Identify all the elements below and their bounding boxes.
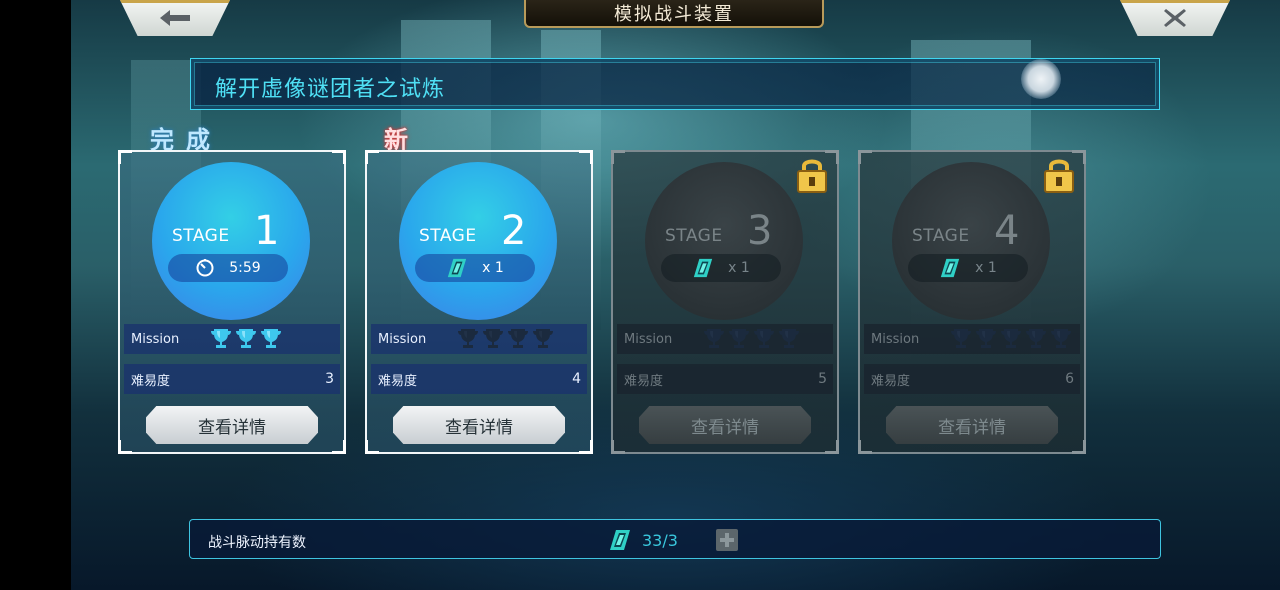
stage-card-3[interactable]: STAGE 3 x 1 Mission 难易度 5 查看详情 [611,150,839,454]
battle-pulse-bar: 战斗脉动持有数 33/3 [189,519,1161,559]
battle-pulse-label: 战斗脉动持有数 [208,535,306,551]
stage-card-1[interactable]: STAGE 1 5:59 Mission 难易度 3 查看详情 [118,150,346,454]
trophy-icon [508,329,528,348]
stage-disc: STAGE 1 5:59 [152,162,310,320]
mission-label: Mission [131,331,180,347]
difficulty-row: 难易度 5 [617,364,833,394]
trophy-icon [533,329,553,348]
close-icon [1164,9,1186,27]
screen-title-text: 模拟战斗装置 [614,4,734,25]
clock-icon [196,259,214,277]
view-details-button[interactable]: 查看详情 [886,406,1058,444]
view-details-button[interactable]: 查看详情 [639,406,811,444]
difficulty-row: 难易度 4 [371,364,587,394]
arrow-left-icon [160,10,190,26]
view-details-label: 查看详情 [691,417,759,438]
lock-icon [1044,159,1074,193]
trophy-icon [261,329,281,348]
battle-pulse-count: 33/3 [642,531,678,550]
mission-label: Mission [871,331,920,347]
battle-pulse-icon [694,258,713,278]
stage-number: 3 [747,208,773,254]
stage-word: STAGE [665,226,723,246]
stage-cost-pill: x 1 [661,254,781,282]
lock-icon [797,159,827,193]
trophy-icon [951,329,971,348]
difficulty-label: 难易度 [871,373,911,389]
stage-cost-text: x 1 [482,260,504,276]
stage-word: STAGE [172,226,230,246]
difficulty-value: 3 [325,371,334,387]
mission-trophies [457,327,554,351]
view-details-button[interactable]: 查看详情 [146,406,318,444]
trophy-icon [211,329,231,348]
difficulty-label: 难易度 [131,373,171,389]
stage-cost-pill: 5:59 [168,254,288,282]
stage-word: STAGE [912,226,970,246]
stage-disc: STAGE 2 x 1 [399,162,557,320]
trophy-icon [1026,329,1046,348]
view-details-button[interactable]: 查看详情 [393,406,565,444]
screen-title: 模拟战斗装置 [524,0,824,28]
trophy-icon [458,329,478,348]
view-details-label: 查看详情 [198,417,266,438]
left-black-margin [0,0,71,590]
difficulty-row: 难易度 6 [864,364,1080,394]
difficulty-label: 难易度 [378,373,418,389]
trophy-icon [1051,329,1071,348]
stage-card-4[interactable]: STAGE 4 x 1 Mission 难易度 6 查看详情 [858,150,1086,454]
stage-cost-text: x 1 [975,260,997,276]
mission-row: Mission [371,324,587,354]
plus-icon[interactable] [716,529,738,551]
stage-number: 2 [501,208,527,254]
battle-pulse-icon [941,258,960,278]
battle-pulse-icon [448,258,467,278]
stage-number: 1 [254,208,280,254]
difficulty-value: 4 [572,371,581,387]
view-details-label: 查看详情 [445,417,513,438]
stage-cost-pill: x 1 [908,254,1028,282]
mission-row: Mission [617,324,833,354]
stage-word: STAGE [419,226,477,246]
stage-cost-text: x 1 [728,260,750,276]
back-button[interactable] [120,0,230,36]
mission-trophies [703,327,800,351]
light-orb-icon [1021,59,1061,99]
mission-label: Mission [624,331,673,347]
mission-label: Mission [378,331,427,347]
stage-disc: STAGE 3 x 1 [645,162,803,320]
difficulty-row: 难易度 3 [124,364,340,394]
difficulty-value: 6 [1065,371,1074,387]
view-details-label: 查看详情 [938,417,1006,438]
trophy-icon [704,329,724,348]
trophy-icon [1001,329,1021,348]
trial-banner: 解开虚像谜团者之试炼 [190,58,1160,110]
battle-pulse-icon [610,530,630,550]
stage-cost-pill: x 1 [415,254,535,282]
close-button[interactable] [1120,0,1230,36]
trophy-icon [236,329,256,348]
trophy-icon [483,329,503,348]
stage-number: 4 [994,208,1020,254]
stage-disc: STAGE 4 x 1 [892,162,1050,320]
difficulty-label: 难易度 [624,373,664,389]
banner-title: 解开虚像谜团者之试炼 [215,77,446,102]
mission-row: Mission [864,324,1080,354]
trophy-icon [976,329,996,348]
stage-cost-text: 5:59 [229,260,261,276]
mission-trophies [950,327,1072,351]
trophy-icon [729,329,749,348]
stage-card-2[interactable]: STAGE 2 x 1 Mission 难易度 4 查看详情 [365,150,593,454]
trophy-icon [754,329,774,348]
mission-trophies [210,327,282,351]
mission-row: Mission [124,324,340,354]
trophy-icon [779,329,799,348]
difficulty-value: 5 [818,371,827,387]
